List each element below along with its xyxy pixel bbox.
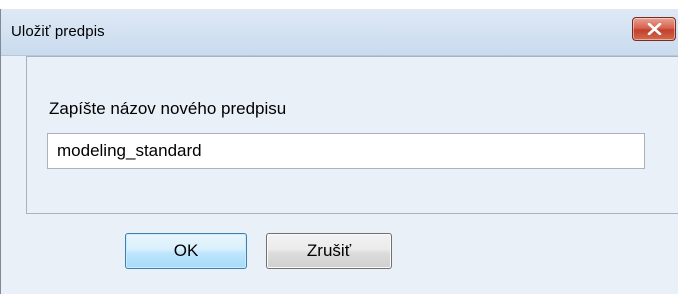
standard-name-input[interactable] xyxy=(47,133,645,169)
close-button[interactable] xyxy=(632,17,676,41)
content-panel: Zapíšte názov nového predpisu xyxy=(26,56,678,214)
prompt-label: Zapíšte názov nového predpisu xyxy=(49,99,287,118)
save-standard-dialog: Uložiť predpis Zapíšte názov nového pred… xyxy=(0,9,678,294)
title-bar[interactable]: Uložiť predpis xyxy=(1,9,678,56)
dialog-title: Uložiť predpis xyxy=(11,23,105,40)
cancel-button[interactable]: Zrušiť xyxy=(266,233,392,269)
close-icon xyxy=(647,23,662,35)
ok-button[interactable]: OK xyxy=(125,233,247,269)
